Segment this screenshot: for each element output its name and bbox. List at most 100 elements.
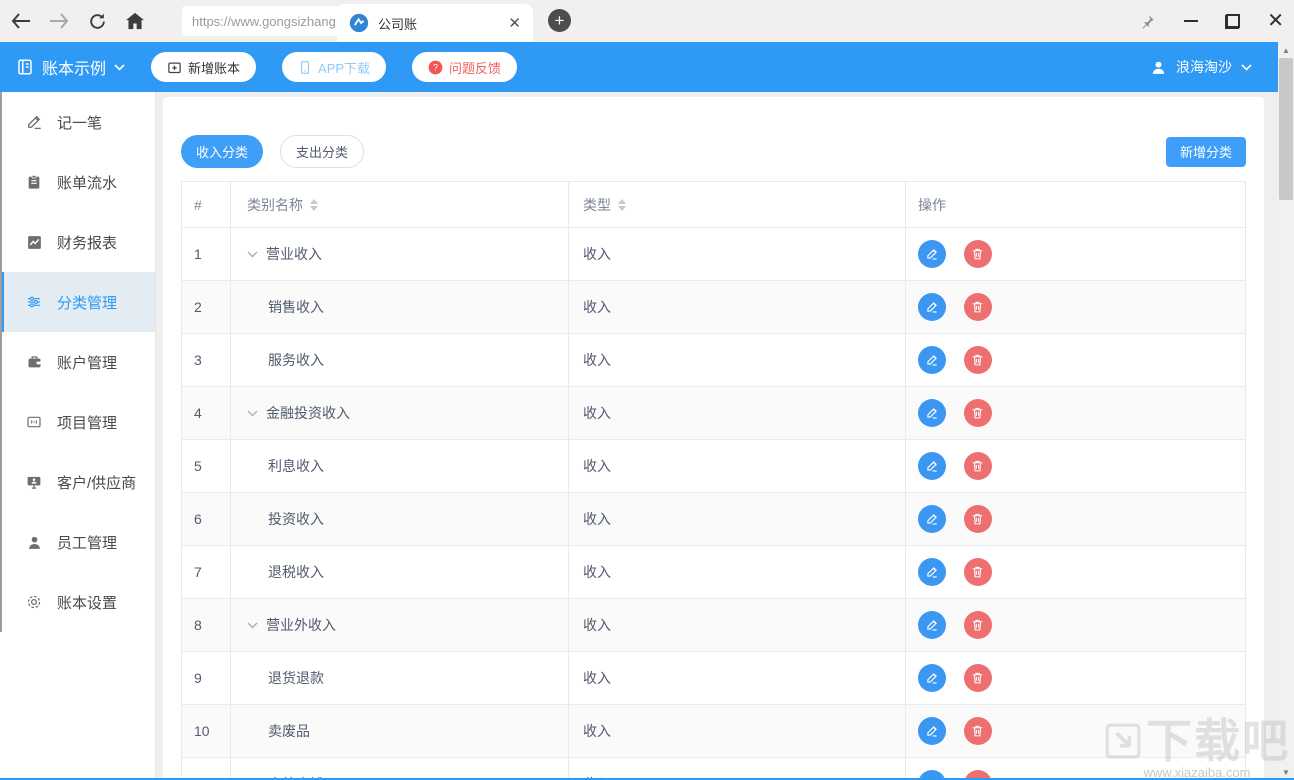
sidebar-item-customer-supplier[interactable]: 客户/供应商	[0, 452, 155, 512]
tab-income-category[interactable]: 收入分类	[181, 135, 263, 168]
restore-icon[interactable]	[1226, 15, 1239, 28]
sidebar-item-employee-management[interactable]: 员工管理	[0, 512, 155, 572]
scrollbar-thumb[interactable]	[1279, 58, 1293, 200]
tab-close-icon[interactable]: ✕	[508, 16, 521, 31]
category-name: 退税收入	[247, 562, 324, 582]
delete-button[interactable]	[964, 293, 992, 321]
bill-list-icon	[25, 173, 43, 191]
delete-button[interactable]	[964, 558, 992, 586]
content-card: 收入分类 支出分类 新增分类 # 类别名称	[163, 97, 1264, 780]
edit-button[interactable]	[918, 558, 946, 586]
category-name: 销售收入	[247, 297, 324, 317]
row-index: 6	[182, 493, 231, 546]
category-name: 利息收入	[247, 456, 324, 476]
table-row: 1 营业收入 收入	[182, 228, 1246, 281]
scroll-up-icon[interactable]: ▲	[1278, 42, 1294, 58]
row-index: 1	[182, 228, 231, 281]
user-icon	[1150, 59, 1167, 76]
project-card-icon	[25, 413, 43, 431]
back-icon[interactable]	[10, 10, 32, 32]
page-scrollbar[interactable]: ▲ ▼	[1278, 42, 1294, 780]
row-actions	[906, 758, 1246, 780]
chevron-down-icon[interactable]	[247, 251, 258, 258]
edit-button[interactable]	[918, 346, 946, 374]
row-actions	[906, 599, 1246, 652]
sidebar-item-category-management[interactable]: 分类管理	[0, 272, 155, 332]
table-row: 11 意外来钱 收入	[182, 758, 1246, 780]
row-index: 4	[182, 387, 231, 440]
edit-button[interactable]	[918, 399, 946, 427]
chevron-down-icon[interactable]	[247, 622, 258, 629]
category-name: 金融投资收入	[266, 403, 350, 423]
table-row: 2 销售收入 收入	[182, 281, 1246, 334]
delete-button[interactable]	[964, 452, 992, 480]
sidebar-item-account-management[interactable]: 账户管理	[0, 332, 155, 392]
tab-title: 公司账	[378, 14, 508, 33]
category-name: 服务收入	[247, 350, 324, 370]
category-type: 收入	[569, 493, 906, 546]
delete-button[interactable]	[964, 611, 992, 639]
browser-tab[interactable]: 公司账 ✕	[337, 4, 533, 42]
sidebar-item-project-management[interactable]: 项目管理	[0, 392, 155, 452]
category-tabs: 收入分类 支出分类 新增分类	[181, 135, 1246, 168]
user-menu[interactable]: 浪海淘沙	[1150, 57, 1252, 77]
table-row: 3 服务收入 收入	[182, 334, 1246, 387]
category-table: # 类别名称 类型	[181, 181, 1246, 780]
edit-button[interactable]	[918, 611, 946, 639]
address-bar[interactable]: https://www.gongsizhang.c	[182, 6, 346, 36]
header-type[interactable]: 类型	[569, 182, 906, 228]
add-ledger-button[interactable]: 新增账本	[151, 52, 256, 82]
edit-button[interactable]	[918, 452, 946, 480]
close-icon[interactable]: ✕	[1267, 11, 1284, 31]
new-tab-button[interactable]: +	[548, 9, 571, 32]
row-actions	[906, 334, 1246, 387]
edit-button[interactable]	[918, 717, 946, 745]
header-category-name[interactable]: 类别名称	[231, 182, 569, 228]
tab-expense-category[interactable]: 支出分类	[280, 135, 364, 168]
home-icon[interactable]	[124, 10, 146, 32]
sidebar-item-financial-report[interactable]: 财务报表	[0, 212, 155, 272]
minimize-icon[interactable]	[1184, 20, 1198, 22]
row-actions	[906, 387, 1246, 440]
delete-button[interactable]	[964, 717, 992, 745]
category-name: 卖废品	[247, 721, 310, 741]
sidebar-item-bill-flow[interactable]: 账单流水	[0, 152, 155, 212]
app-header: 账本示例 新增账本 APP下载 ? 问题反馈 浪海淘沙	[0, 42, 1294, 92]
ledger-selector[interactable]: 账本示例	[16, 55, 125, 79]
forward-icon[interactable]	[48, 10, 70, 32]
chevron-down-icon	[114, 64, 125, 71]
add-category-button[interactable]: 新增分类	[1166, 137, 1246, 167]
edit-button[interactable]	[918, 293, 946, 321]
app-download-button[interactable]: APP下载	[282, 52, 386, 82]
pin-icon[interactable]	[1139, 13, 1156, 30]
category-type: 收入	[569, 652, 906, 705]
sidebar-item-record[interactable]: 记一笔	[0, 92, 155, 152]
sort-carets-icon[interactable]	[618, 199, 626, 211]
delete-button[interactable]	[964, 505, 992, 533]
feedback-button[interactable]: ? 问题反馈	[412, 52, 517, 82]
sort-carets-icon[interactable]	[310, 199, 318, 211]
category-type: 收入	[569, 281, 906, 334]
delete-button[interactable]	[964, 346, 992, 374]
delete-button[interactable]	[964, 664, 992, 692]
delete-button[interactable]	[964, 240, 992, 268]
sidebar-item-ledger-settings[interactable]: 账本设置	[0, 572, 155, 632]
category-type: 收入	[569, 705, 906, 758]
chevron-down-icon	[1241, 64, 1252, 71]
phone-icon	[298, 60, 312, 75]
edit-button[interactable]	[918, 505, 946, 533]
edit-button[interactable]	[918, 664, 946, 692]
row-actions	[906, 652, 1246, 705]
table-row: 5 利息收入 收入	[182, 440, 1246, 493]
row-actions	[906, 705, 1246, 758]
row-index: 3	[182, 334, 231, 387]
refresh-icon[interactable]	[86, 10, 108, 32]
pencil-icon	[25, 113, 43, 131]
delete-button[interactable]	[964, 399, 992, 427]
chevron-down-icon[interactable]	[247, 410, 258, 417]
edit-button[interactable]	[918, 240, 946, 268]
table-row: 10 卖废品 收入	[182, 705, 1246, 758]
table-row: 4 金融投资收入 收入	[182, 387, 1246, 440]
category-sliders-icon	[25, 293, 43, 311]
gear-icon	[25, 593, 43, 611]
